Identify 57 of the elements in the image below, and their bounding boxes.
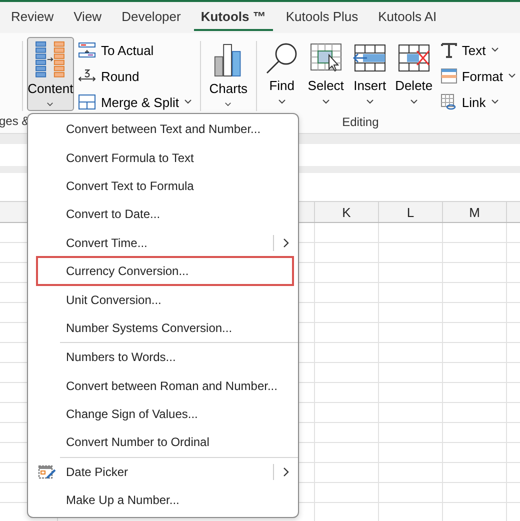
chevron-right-icon (282, 466, 290, 477)
charts-button[interactable]: Charts (204, 37, 252, 111)
ribbon-button[interactable]: Select (304, 37, 347, 111)
menu-item[interactable]: Convert Number to Ordinal (28, 428, 298, 457)
caret-icon (278, 99, 286, 105)
search-icon (264, 41, 299, 75)
menu-item[interactable]: Convert between Roman and Number... (28, 372, 298, 400)
ribbon-button[interactable]: Link (436, 90, 520, 114)
ribbon-button[interactable]: To Actual (74, 38, 196, 62)
column-header[interactable]: M (443, 202, 507, 222)
caret-icon (322, 99, 330, 105)
ribbon-tab[interactable]: Kutools Plus (278, 4, 366, 30)
caret-icon (508, 73, 516, 79)
caret-icon (46, 102, 54, 107)
caret-icon (224, 102, 232, 107)
chevron-right-icon (282, 238, 290, 248)
ribbon-button[interactable]: Insert (348, 37, 391, 111)
ribbon-button[interactable]: Round (74, 64, 196, 88)
caret-icon (184, 99, 192, 105)
column-header[interactable]: K (315, 202, 379, 222)
link-icon (440, 94, 457, 110)
ribbon-tab[interactable]: Kutools ™ (194, 4, 273, 30)
to-actual-icon (78, 42, 96, 58)
menu-item[interactable]: Change Sign of Values... (28, 400, 298, 428)
menu-item[interactable]: Date Picker (28, 458, 298, 486)
ribbon-tab[interactable]: Kutools AI (371, 4, 444, 30)
ribbon-tab[interactable]: Review (4, 4, 61, 30)
menu-item[interactable]: Convert Text to Formula (28, 172, 298, 200)
menu-item[interactable]: Convert Time... (28, 228, 298, 257)
caret-icon (366, 99, 374, 105)
ribbon-button[interactable]: Format (436, 64, 520, 88)
column-header[interactable]: L (379, 202, 443, 222)
menu-item[interactable]: Convert Formula to Text (28, 143, 298, 172)
menu-item[interactable]: Make Up a Number... (28, 486, 298, 514)
merge-cells-icon (78, 94, 96, 110)
content-button[interactable]: Content (26, 37, 74, 111)
ribbon-tab[interactable]: Developer (114, 4, 188, 30)
caret-icon (490, 47, 499, 53)
menu-item[interactable]: Convert to Date... (28, 200, 298, 229)
ribbon-button[interactable]: Delete (392, 37, 435, 111)
format-icon (440, 68, 457, 84)
caret-icon (490, 99, 499, 105)
menu-item[interactable]: Unit Conversion... (28, 285, 298, 314)
group-label: Editing (342, 115, 379, 131)
ribbon-button[interactable]: Find (260, 37, 303, 111)
calendar-pen-icon (38, 464, 56, 480)
columns-convert-icon (33, 41, 68, 78)
round-icon (78, 68, 96, 84)
menu-item[interactable]: Numbers to Words... (28, 343, 298, 372)
text-icon (440, 42, 457, 58)
caret-icon (410, 99, 418, 105)
menu-item[interactable]: Convert between Text and Number... (28, 115, 298, 144)
ribbon-button[interactable]: Merge & Split (74, 90, 196, 114)
menu-item[interactable]: Number Systems Conversion... (28, 314, 298, 342)
ribbon-button[interactable]: Text (436, 38, 520, 62)
menu-item[interactable]: Currency Conversion... (37, 256, 293, 286)
ribbon-tab[interactable]: View (66, 4, 109, 30)
